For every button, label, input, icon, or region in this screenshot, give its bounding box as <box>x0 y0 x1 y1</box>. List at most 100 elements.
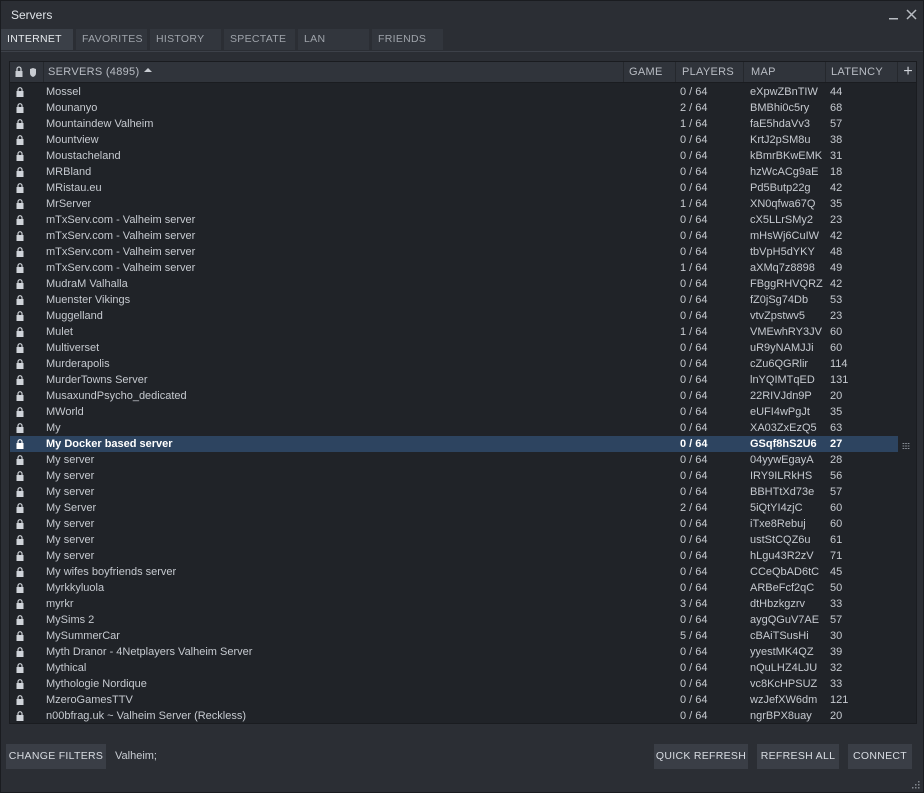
lock-icon <box>16 119 24 129</box>
tab-internet[interactable]: INTERNET <box>1 29 73 50</box>
server-players: 5 / 64 <box>680 630 708 642</box>
table-row[interactable]: Mounanyo 2 / 64 BMBhi0c5ry 68 <box>10 100 898 116</box>
table-row[interactable]: mTxServ.com - Valheim server 0 / 64 cX5LLr… <box>10 212 898 228</box>
table-row[interactable]: My Docker based server 0 / 64 GSqf8hS2U6 27 <box>10 436 898 452</box>
table-row[interactable]: My server 0 / 64 iTxe8Rebuj 60 <box>10 516 898 532</box>
add-column-button[interactable]: + <box>898 62 916 82</box>
table-row[interactable]: My 0 / 64 XA03ZxEzQ5 63 <box>10 420 898 436</box>
server-players: 0 / 64 <box>680 646 708 658</box>
table-row[interactable]: MySummerCar 5 / 64 cBAiTSusHi 30 <box>10 628 898 644</box>
list-header: SERVERS (4895) GAME PLAYERS MAP LATENCY … <box>10 62 916 83</box>
filter-summary: Valheim; <box>115 750 157 762</box>
table-row[interactable]: MusaxundPsycho_dedicated 0 / 64 22RIVJdn9P… <box>10 388 898 404</box>
table-row[interactable]: MWorld 0 / 64 eUFI4wPgJt 35 <box>10 404 898 420</box>
table-row[interactable]: Multiverset 0 / 64 uR9yNAMJJi 60 <box>10 340 898 356</box>
tab-friends[interactable]: FRIENDS <box>372 29 443 50</box>
server-players: 0 / 64 <box>680 470 708 482</box>
server-rows: Mossel 0 / 64 eXpwZBnTIW 44 Mounanyo 2 / 64 BM… <box>10 84 898 723</box>
server-map: iTxe8Rebuj <box>750 518 806 530</box>
lock-icon <box>16 87 24 97</box>
table-row[interactable]: MrServer 1 / 64 XN0qfwa67Q 35 <box>10 196 898 212</box>
table-row[interactable]: Mythical 0 / 64 nQuLHZ4LJU 32 <box>10 660 898 676</box>
server-players: 0 / 64 <box>680 390 708 402</box>
table-row[interactable]: Myth Dranor - 4Netplayers Valheim Server… <box>10 644 898 660</box>
lock-icon <box>16 599 24 609</box>
server-latency: 60 <box>830 326 843 338</box>
lock-icon <box>16 135 24 145</box>
server-name: mTxServ.com - Valheim server <box>46 230 196 242</box>
table-row[interactable]: My server 0 / 64 hLgu43R2zV 71 <box>10 548 898 564</box>
server-players: 0 / 64 <box>680 374 708 386</box>
table-row[interactable]: Mountaindew Valheim 1 / 64 faE5hdaVv3 57 <box>10 116 898 132</box>
close-icon[interactable] <box>904 7 920 23</box>
table-row[interactable]: My wifes boyfriends server 0 / 64 CCeQbAD6… <box>10 564 898 580</box>
table-row[interactable]: MySims 2 0 / 64 aygQGuV7AE 57 <box>10 612 898 628</box>
table-row[interactable]: My Server 2 / 64 5iQtYI4zjC 60 <box>10 500 898 516</box>
server-latency: 42 <box>830 278 843 290</box>
server-map: vc8KcHPSUZ <box>750 678 818 690</box>
server-latency: 121 <box>830 694 849 706</box>
server-name: Mythical <box>46 662 87 674</box>
table-row[interactable]: Moustacheland 0 / 64 kBmrBKwEMK 31 <box>10 148 898 164</box>
table-row[interactable]: Mountview 0 / 64 KrtJ2pSM8u 38 <box>10 132 898 148</box>
table-row[interactable]: n00bfrag.uk ~ Valheim Server (Reckless) 0… <box>10 708 898 723</box>
lock-icon <box>16 631 24 641</box>
tab-history[interactable]: HISTORY <box>150 29 221 50</box>
lock-icon <box>16 423 24 433</box>
tab-lan[interactable]: LAN <box>298 29 369 50</box>
lock-icon <box>16 231 24 241</box>
table-row[interactable]: My server 0 / 64 04yywEgayA 28 <box>10 452 898 468</box>
server-name: My server <box>46 486 95 498</box>
column-map[interactable]: MAP <box>751 62 776 82</box>
table-row[interactable]: MudraM Valhalla 0 / 64 FBggRHVQRZ 42 <box>10 276 898 292</box>
table-row[interactable]: Mulet 1 / 64 VMEwhRY3JV 60 <box>10 324 898 340</box>
lock-icon <box>16 407 24 417</box>
tab-spectate[interactable]: SPECTATE <box>224 29 295 50</box>
server-latency: 20 <box>830 390 843 402</box>
table-row[interactable]: MurderTowns Server 0 / 64 lnYQIMTqED 131 <box>10 372 898 388</box>
table-row[interactable]: My server 0 / 64 BBHTtXd73e 57 <box>10 484 898 500</box>
server-players: 3 / 64 <box>680 598 708 610</box>
quick-refresh-button[interactable]: QUICK REFRESH <box>654 744 748 769</box>
server-map: hLgu43R2zV <box>750 550 814 562</box>
secure-column-icon[interactable] <box>28 62 38 82</box>
column-players[interactable]: PLAYERS <box>682 62 734 82</box>
password-column-icon[interactable] <box>14 62 24 82</box>
table-row[interactable]: mTxServ.com - Valheim server 0 / 64 mHsWj6… <box>10 228 898 244</box>
table-row[interactable]: Muenster Vikings 0 / 64 fZ0jSg74Db 53 <box>10 292 898 308</box>
tab-favorites[interactable]: FAVORITES <box>76 29 147 50</box>
column-latency[interactable]: LATENCY <box>831 62 883 82</box>
refresh-all-button[interactable]: REFRESH ALL <box>757 744 839 769</box>
connect-button[interactable]: CONNECT <box>848 744 912 769</box>
lock-icon <box>16 551 24 561</box>
server-name: My server <box>46 454 95 466</box>
table-row[interactable]: Muggelland 0 / 64 vtvZpstwv5 23 <box>10 308 898 324</box>
server-name: My server <box>46 518 95 530</box>
table-row[interactable]: My server 0 / 64 ustStCQZ6u 61 <box>10 532 898 548</box>
server-players: 0 / 64 <box>680 294 708 306</box>
table-row[interactable]: Mossel 0 / 64 eXpwZBnTIW 44 <box>10 84 898 100</box>
table-row[interactable]: mTxServ.com - Valheim server 1 / 64 aXMq7z… <box>10 260 898 276</box>
table-row[interactable]: My server 0 / 64 IRY9ILRkHS 56 <box>10 468 898 484</box>
table-row[interactable]: MRistau.eu 0 / 64 Pd5Butp22g 42 <box>10 180 898 196</box>
table-row[interactable]: Myrkkyluola 0 / 64 ARBeFcf2qC 50 <box>10 580 898 596</box>
table-row[interactable]: Murderapolis 0 / 64 cZu6QGRlir 114 <box>10 356 898 372</box>
table-row[interactable]: Mythologie Nordique 0 / 64 vc8KcHPSUZ 33 <box>10 676 898 692</box>
minimize-icon[interactable] <box>886 7 902 23</box>
server-latency: 35 <box>830 406 843 418</box>
server-name: Mulet <box>46 326 73 338</box>
lock-icon <box>16 215 24 225</box>
server-map: tbVpH5dYKY <box>750 246 815 258</box>
table-row[interactable]: myrkr 3 / 64 dtHbzkgzrv 33 <box>10 596 898 612</box>
table-row[interactable]: MzeroGamesTTV 0 / 64 wzJefXW6dm 121 <box>10 692 898 708</box>
change-filters-button[interactable]: CHANGE FILTERS <box>6 744 106 769</box>
server-players: 0 / 64 <box>680 662 708 674</box>
column-game[interactable]: GAME <box>629 62 663 82</box>
scrollbar[interactable] <box>896 83 916 723</box>
scroll-thumb-grip-icon[interactable] <box>902 443 910 449</box>
resize-grip-icon[interactable] <box>911 780 921 790</box>
server-name: MWorld <box>46 406 84 418</box>
table-row[interactable]: MRBland 0 / 64 hzWcACg9aE 18 <box>10 164 898 180</box>
column-servers[interactable]: SERVERS (4895) <box>48 62 153 82</box>
table-row[interactable]: mTxServ.com - Valheim server 0 / 64 tbVpH5… <box>10 244 898 260</box>
